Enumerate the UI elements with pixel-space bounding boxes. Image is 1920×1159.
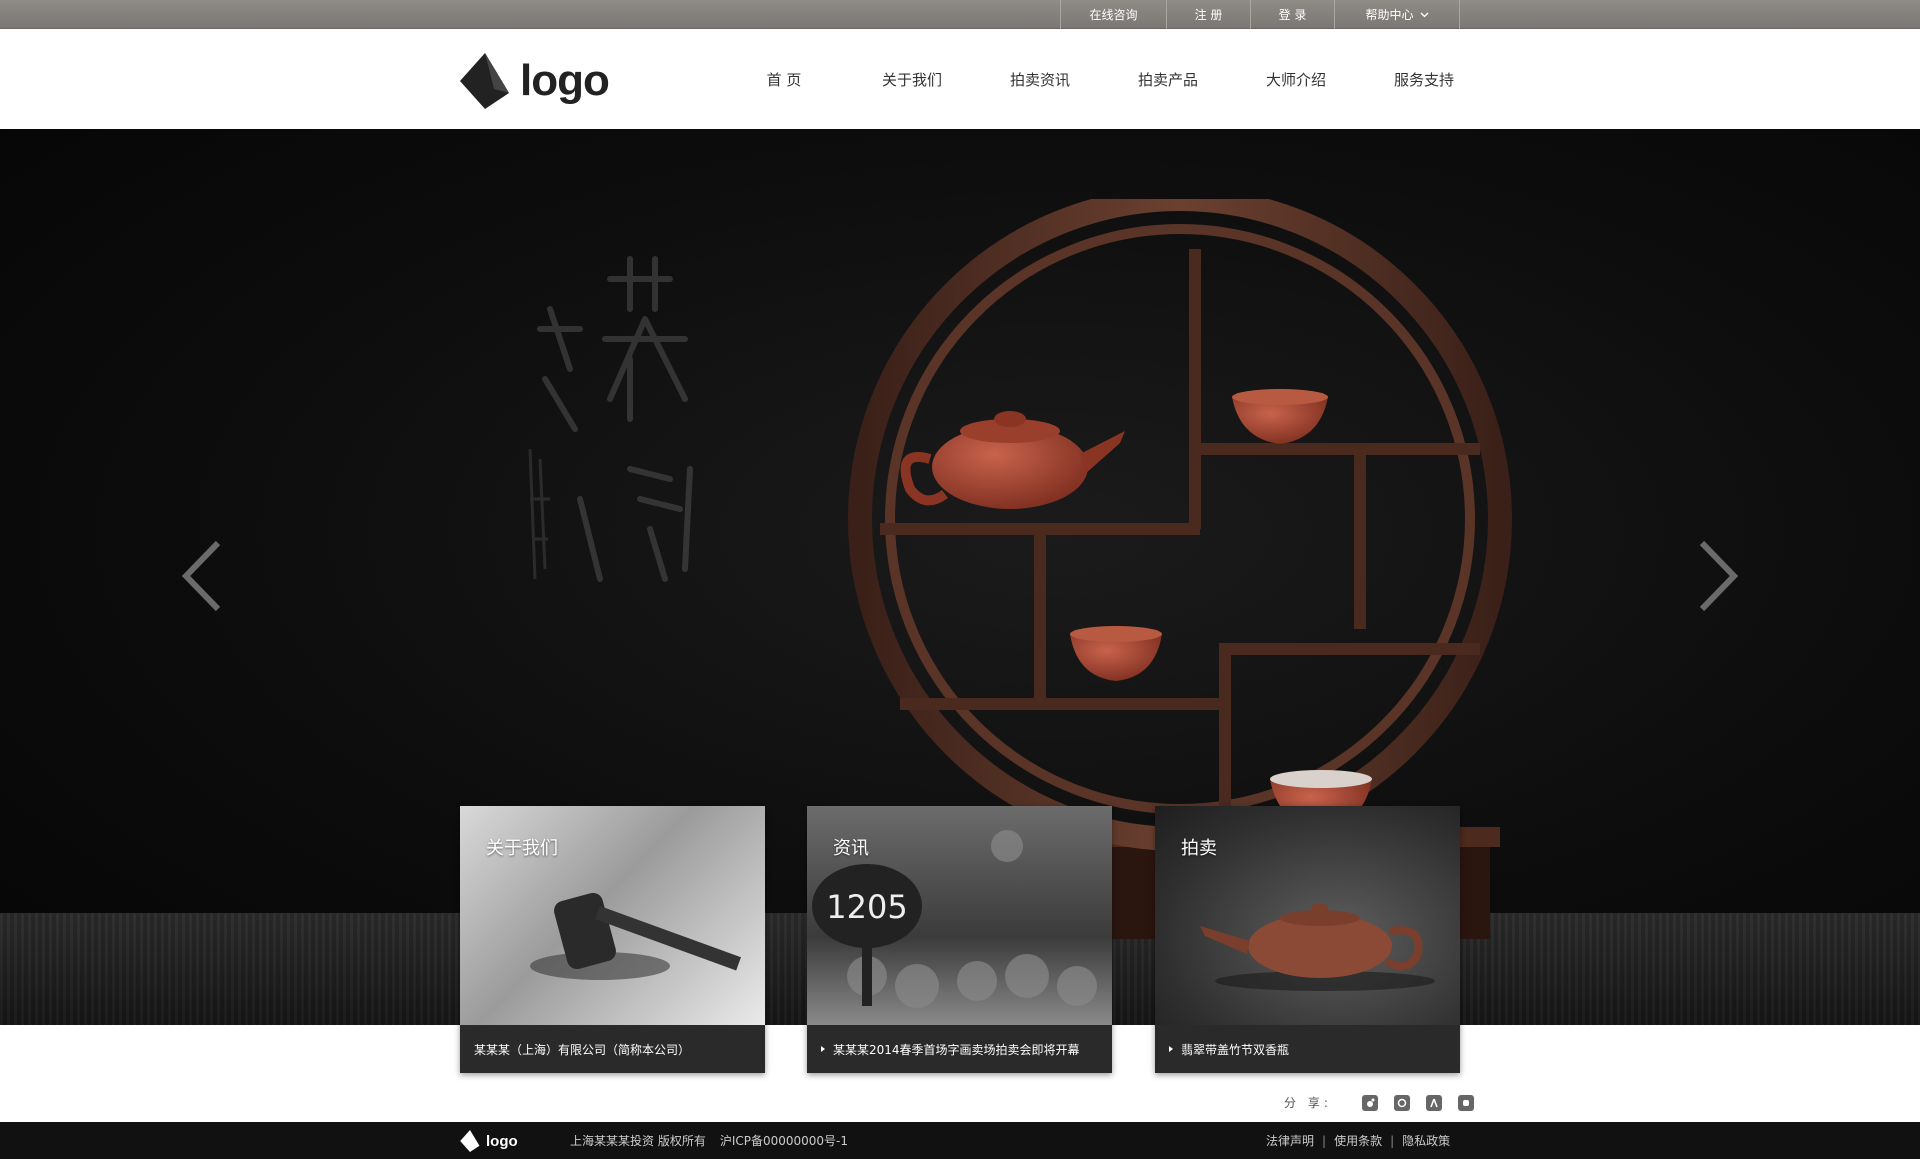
card-news-caption: 某某某2014春季首场字画卖场拍卖会即将开幕 (807, 1025, 1112, 1073)
feature-cards: 关于我们 某某某（上海）有限公司（简称本公司） 1205 资讯 某某某2014春… (460, 806, 1460, 1073)
share-bar: 分 享: (1284, 1094, 1474, 1111)
site-logo[interactable]: logo (460, 53, 610, 109)
main-nav: 首 页 关于我们 拍卖资讯 拍卖产品 大师介绍 服务支持 (720, 29, 1488, 129)
card-auction-caption: 翡翠带盖竹节双香瓶 (1155, 1025, 1460, 1073)
register-label: 注 册 (1194, 8, 1223, 22)
qzone-icon[interactable] (1457, 1094, 1474, 1111)
renren-icon[interactable] (1425, 1094, 1442, 1111)
footer-icp: 沪ICP备00000000号-1 (719, 1134, 849, 1148)
online-consult-link[interactable]: 在线咨询 (1060, 0, 1166, 29)
weibo-icon[interactable] (1361, 1094, 1378, 1111)
chevron-left-icon (181, 540, 221, 612)
card-news[interactable]: 1205 资讯 某某某2014春季首场字画卖场拍卖会即将开幕 (807, 806, 1112, 1073)
slider-prev-button[interactable] (178, 539, 224, 617)
share-label: 分 享: (1284, 1096, 1332, 1110)
login-label: 登 录 (1278, 8, 1307, 22)
footer-logo-text: logo (486, 1132, 518, 1150)
footer-links: 法律声明 | 使用条款 | 隐私政策 (1266, 1122, 1450, 1159)
card-about-title: 关于我们 (486, 838, 558, 859)
nav-home[interactable]: 首 页 (720, 69, 848, 90)
card-news-caption-text: 某某某2014春季首场字画卖场拍卖会即将开幕 (833, 1042, 1080, 1057)
tencent-icon[interactable] (1393, 1094, 1410, 1111)
help-center-label: 帮助中心 (1365, 8, 1414, 22)
card-news-title: 资讯 (833, 838, 869, 859)
caption-bullet-icon (1169, 1046, 1173, 1052)
card-auction-caption-text: 翡翠带盖竹节双香瓶 (1181, 1042, 1290, 1057)
nav-about[interactable]: 关于我们 (848, 69, 976, 90)
footer-separator: | (1390, 1133, 1395, 1148)
footer-company: 上海某某某投资 版权所有 (570, 1134, 706, 1148)
logo-diamond-icon (460, 1130, 480, 1152)
nav-masters[interactable]: 大师介绍 (1232, 69, 1360, 90)
nav-auction-products[interactable]: 拍卖产品 (1104, 69, 1232, 90)
online-consult-label: 在线咨询 (1089, 8, 1138, 22)
register-link[interactable]: 注 册 (1166, 0, 1250, 29)
footer-legal-link[interactable]: 法律声明 (1266, 1132, 1314, 1149)
logo-diamond-icon (460, 53, 509, 109)
nav-service-support[interactable]: 服务支持 (1360, 69, 1488, 90)
footer-privacy-link[interactable]: 隐私政策 (1402, 1132, 1450, 1149)
footer-copyright: 上海某某某投资 版权所有 沪ICP备00000000号-1 (570, 1122, 862, 1159)
card-about-caption-text: 某某某（上海）有限公司（简称本公司） (474, 1042, 691, 1057)
top-utility-bar: 在线咨询 注 册 登 录 帮助中心 (0, 0, 1920, 29)
footer-separator: | (1322, 1133, 1327, 1148)
footer-terms-link[interactable]: 使用条款 (1334, 1132, 1382, 1149)
card-auction-title: 拍卖 (1181, 838, 1217, 859)
help-center-dropdown[interactable]: 帮助中心 (1334, 0, 1460, 29)
site-footer: logo 上海某某某投资 版权所有 沪ICP备00000000号-1 法律声明 … (0, 1122, 1920, 1159)
card-about-caption: 某某某（上海）有限公司（简称本公司） (460, 1025, 765, 1073)
login-link[interactable]: 登 录 (1250, 0, 1334, 29)
chevron-down-icon (1420, 12, 1428, 17)
chevron-right-icon (1699, 540, 1739, 612)
card-about[interactable]: 关于我们 某某某（上海）有限公司（简称本公司） (460, 806, 765, 1073)
slider-next-button[interactable] (1696, 539, 1742, 617)
footer-logo[interactable]: logo (460, 1130, 518, 1152)
caption-bullet-icon (821, 1046, 825, 1052)
card-auction[interactable]: 拍卖 翡翠带盖竹节双香瓶 (1155, 806, 1460, 1073)
nav-auction-news[interactable]: 拍卖资讯 (976, 69, 1104, 90)
paddle-number: 1205 (826, 888, 907, 926)
logo-text: logo (520, 56, 610, 105)
calligraphy-art (528, 256, 693, 582)
site-header: logo 首 页 关于我们 拍卖资讯 拍卖产品 大师介绍 服务支持 (0, 29, 1920, 129)
top-links: 在线咨询 注 册 登 录 帮助中心 (1060, 0, 1460, 29)
